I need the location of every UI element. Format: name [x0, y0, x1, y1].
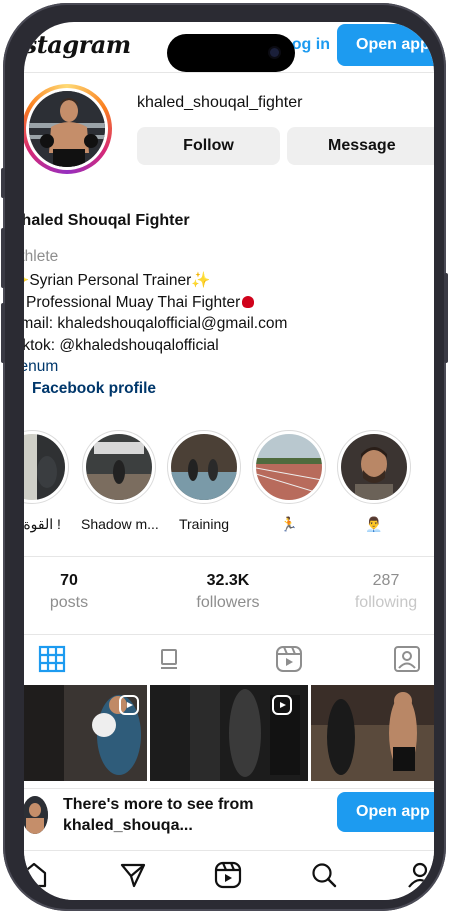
side-button-action: [1, 168, 5, 198]
profile-photo-art: [29, 91, 105, 167]
highlight-caption: Training: [178, 516, 230, 532]
reels-nav-icon[interactable]: [214, 861, 242, 889]
dynamic-island: [167, 34, 295, 72]
following-count[interactable]: 287 following: [326, 572, 434, 612]
highlight-caption: 👨‍💼: [365, 516, 383, 532]
post-thumbnail[interactable]: [311, 685, 434, 781]
bio-line-1: ✨Syrian Personal Trainer✨: [24, 270, 430, 292]
grid-icon[interactable]: [37, 644, 67, 674]
highlight-caption: القوة لله !: [24, 516, 61, 532]
bio-line-3: Email: khaledshouqalofficial@gmail.com: [24, 315, 288, 332]
screen: Instagram Log in Open app: [24, 22, 434, 900]
instagram-logo[interactable]: Instagram: [24, 30, 131, 59]
banner-text: There's more to see from khaled_shouqa..…: [63, 796, 254, 834]
profile-icon[interactable]: [406, 861, 434, 889]
highlight-item[interactable]: Shadow m...: [81, 430, 159, 532]
followers-count[interactable]: 32.3K followers: [168, 572, 288, 612]
open-app-button[interactable]: Open app: [337, 24, 434, 66]
highlight-caption: 🏃: [280, 516, 298, 532]
open-app-button[interactable]: Open app: [337, 792, 434, 832]
facebook-profile-link[interactable]: Facebook profile: [24, 378, 430, 400]
sparkle-icon: ✨: [191, 272, 211, 289]
reel-badge-icon: [119, 695, 139, 715]
posts-count: 70 posts: [49, 572, 89, 611]
highlight-caption: Shadow m...: [81, 516, 159, 532]
bio: Khaled Shouqal Fighter Athlete ✨Syrian P…: [24, 212, 430, 400]
follow-button[interactable]: Follow: [137, 127, 280, 165]
profile-tabs: [24, 640, 434, 680]
home-icon[interactable]: [24, 861, 48, 889]
highlight-item[interactable]: القوة لله !: [24, 430, 70, 533]
highlight-item[interactable]: Training: [166, 430, 242, 532]
category-label: Athlete: [24, 248, 59, 265]
bio-link[interactable]: Venum: [24, 356, 430, 378]
story-highlights: القوة لله ! Shadow m... Training 🏃: [24, 430, 434, 540]
divider: [24, 556, 434, 557]
phone-frame: Instagram Log in Open app: [1, 3, 448, 911]
reel-badge-icon: [272, 695, 292, 715]
highlight-cover: [171, 434, 237, 500]
divider: [24, 72, 434, 73]
camera-icon: [270, 48, 279, 57]
avatar: [24, 796, 48, 834]
post-grid: [24, 685, 434, 781]
divider: [24, 634, 434, 635]
open-app-banner: There's more to see from khaled_shouqa..…: [24, 788, 434, 851]
bottom-nav: [24, 850, 434, 900]
profile-photo: [29, 91, 105, 167]
highlight-cover: [86, 434, 152, 500]
highlight-item[interactable]: 👨‍💼: [336, 430, 412, 533]
highlight-item[interactable]: 🏃: [251, 430, 327, 533]
highlight-cover: [24, 434, 65, 500]
side-button-power: [444, 273, 448, 363]
highlight-cover: [256, 434, 322, 500]
display-name: Khaled Shouqal Fighter: [24, 212, 190, 229]
feed-icon[interactable]: [154, 644, 184, 674]
bio-line-4: Tiktok: @khaledshouqalofficial: [24, 336, 219, 354]
direct-icon[interactable]: [119, 861, 147, 889]
side-button-volume-up: [1, 228, 5, 288]
search-icon[interactable]: [310, 861, 338, 889]
boxing-glove-icon: [242, 295, 255, 308]
post-thumbnail[interactable]: [24, 685, 147, 781]
bio-line-2: Professional Muay Thai Fighter: [24, 292, 430, 314]
profile-stats: 70 posts 32.3K followers 287 following: [24, 572, 434, 628]
tagged-icon[interactable]: [392, 644, 422, 674]
highlight-cover: [341, 434, 407, 500]
avatar[interactable]: [24, 84, 112, 174]
reels-icon[interactable]: [274, 644, 304, 674]
username: khaled_shouqal_fighter: [137, 94, 303, 111]
side-button-volume-down: [1, 303, 5, 363]
message-button[interactable]: Message: [287, 127, 434, 165]
post-thumbnail[interactable]: [150, 685, 308, 781]
